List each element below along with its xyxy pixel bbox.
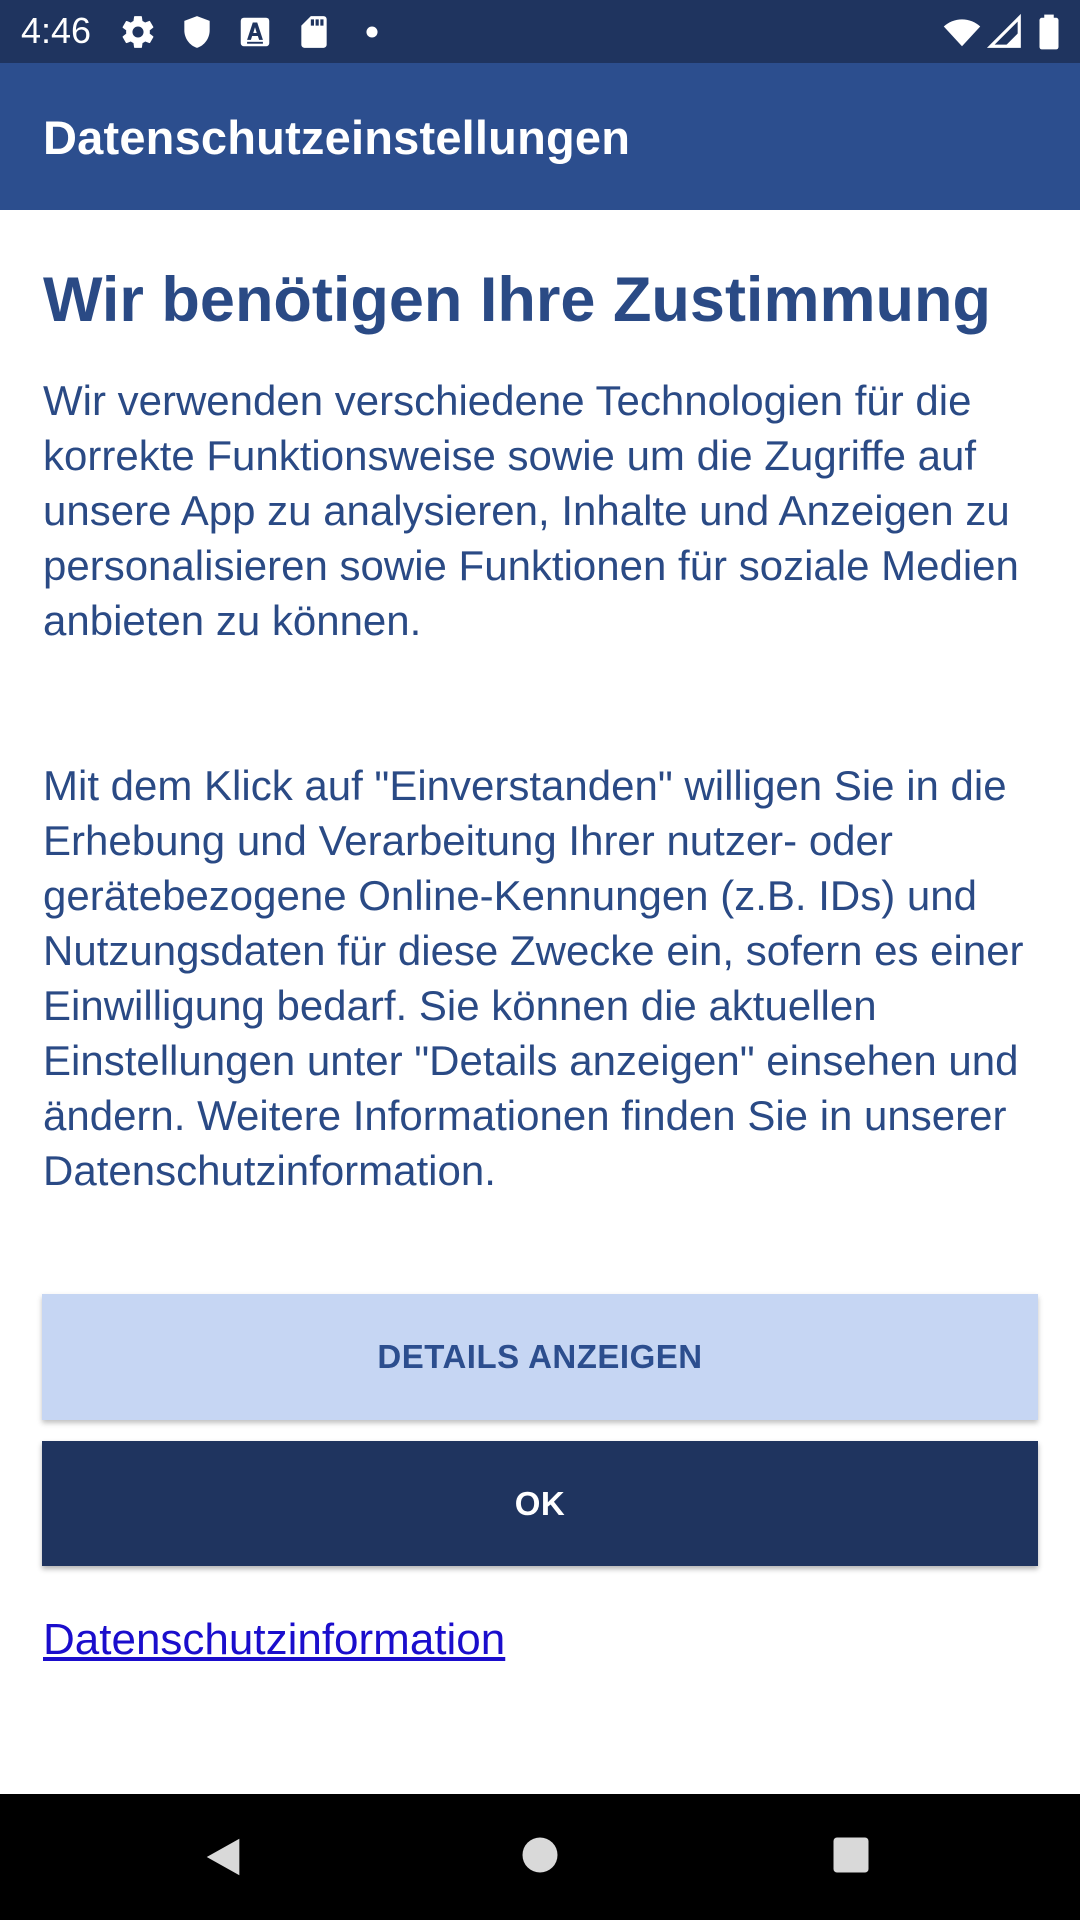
wifi-icon	[943, 19, 981, 47]
app-bar: Datenschutzeinstellungen	[0, 63, 1080, 210]
shield-icon	[184, 16, 210, 48]
dot-icon	[366, 26, 378, 38]
status-time: 4:46	[21, 10, 92, 51]
page-title: Wir benötigen Ihre Zustimmung	[43, 265, 991, 335]
signal-icon	[986, 13, 1021, 48]
back-icon[interactable]	[201, 1834, 247, 1880]
intro-paragraph: Wir verwenden verschiedene Technologien …	[43, 377, 1019, 644]
a-box-icon	[240, 17, 270, 47]
consent-paragraph: Mit dem Klick auf "Einverstanden" willig…	[43, 762, 1024, 1194]
recents-icon[interactable]	[830, 1834, 872, 1876]
home-icon[interactable]	[519, 1834, 561, 1876]
ok-button[interactable]: OK	[42, 1441, 1038, 1566]
details-button[interactable]: DETAILS ANZEIGEN	[42, 1294, 1038, 1420]
battery-icon	[1039, 14, 1059, 50]
gear-icon	[122, 16, 154, 48]
navigation-bar	[0, 1794, 1080, 1920]
sd-card-icon	[301, 16, 327, 48]
privacy-link[interactable]: Datenschutzinformation	[43, 1612, 505, 1668]
status-bar: 4:46	[0, 0, 1080, 63]
app-title: Datenschutzeinstellungen	[43, 111, 631, 164]
